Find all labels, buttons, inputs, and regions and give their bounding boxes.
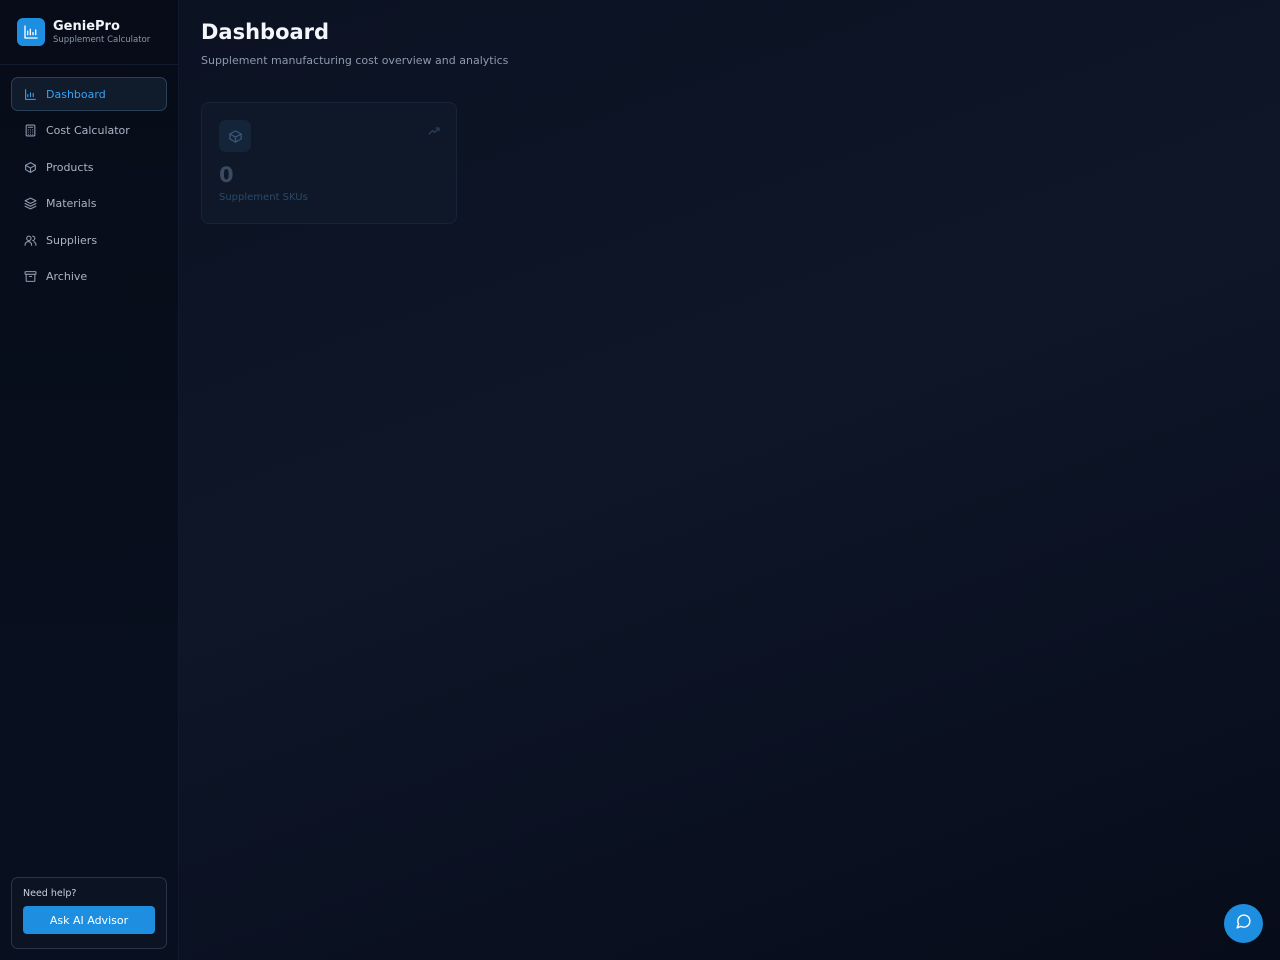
- chart-icon: [23, 87, 37, 101]
- factory-chart-icon: [17, 18, 45, 46]
- page-title: Dashboard: [201, 20, 330, 44]
- sidebar-item-dashboard[interactable]: Dashboard: [11, 77, 167, 111]
- chat-bubble-icon: [1235, 913, 1252, 934]
- app-shell: GeniePro Supplement Calculator Dashboard: [0, 0, 1280, 960]
- brand-header[interactable]: GeniePro Supplement Calculator: [0, 0, 178, 65]
- sidebar-item-archive[interactable]: Archive: [11, 260, 167, 294]
- brand-subtitle: Supplement Calculator: [53, 34, 151, 45]
- brand-text: GeniePro Supplement Calculator: [53, 19, 150, 46]
- sidebar-item-label: Materials: [46, 197, 97, 210]
- users-icon: [23, 233, 37, 247]
- sidebar-item-products[interactable]: Products: [11, 150, 167, 184]
- chat-button[interactable]: [1224, 904, 1263, 943]
- sidebar-nav: Dashboard Cost Calculator Products Mater…: [0, 65, 178, 294]
- stat-label: Supplement SKUs: [219, 192, 308, 203]
- package-icon: [23, 160, 37, 174]
- sidebar-item-cost-calculator[interactable]: Cost Calculator: [11, 114, 167, 148]
- main-content: Dashboard Supplement manufacturing cost …: [179, 0, 1280, 960]
- help-card: Need help? Ask AI Advisor: [11, 877, 167, 949]
- sidebar-item-label: Suppliers: [46, 233, 98, 247]
- sidebar-item-label: Dashboard: [46, 87, 106, 101]
- page-subtitle: Supplement manufacturing cost overview a…: [201, 54, 509, 67]
- help-title: Need help?: [23, 888, 77, 899]
- sidebar-item-label: Cost Calculator: [46, 124, 130, 137]
- stat-value: 0: [219, 163, 234, 187]
- sidebar-item-label: Archive: [46, 270, 88, 283]
- sidebar-item-suppliers[interactable]: Suppliers: [11, 223, 167, 257]
- archive-icon: [23, 270, 37, 284]
- ask-ai-advisor-button[interactable]: Ask AI Advisor: [23, 906, 155, 934]
- sidebar: GeniePro Supplement Calculator Dashboard: [0, 0, 179, 960]
- calculator-icon: [23, 124, 37, 138]
- brand-name: GeniePro: [53, 18, 120, 34]
- stat-card-supplement-skus: 0 Supplement SKUs: [201, 102, 457, 224]
- trending-up-icon: [428, 121, 440, 135]
- package-icon: [219, 120, 251, 152]
- sidebar-item-label: Products: [46, 160, 94, 174]
- sidebar-item-materials[interactable]: Materials: [11, 187, 167, 221]
- layers-icon: [23, 197, 37, 211]
